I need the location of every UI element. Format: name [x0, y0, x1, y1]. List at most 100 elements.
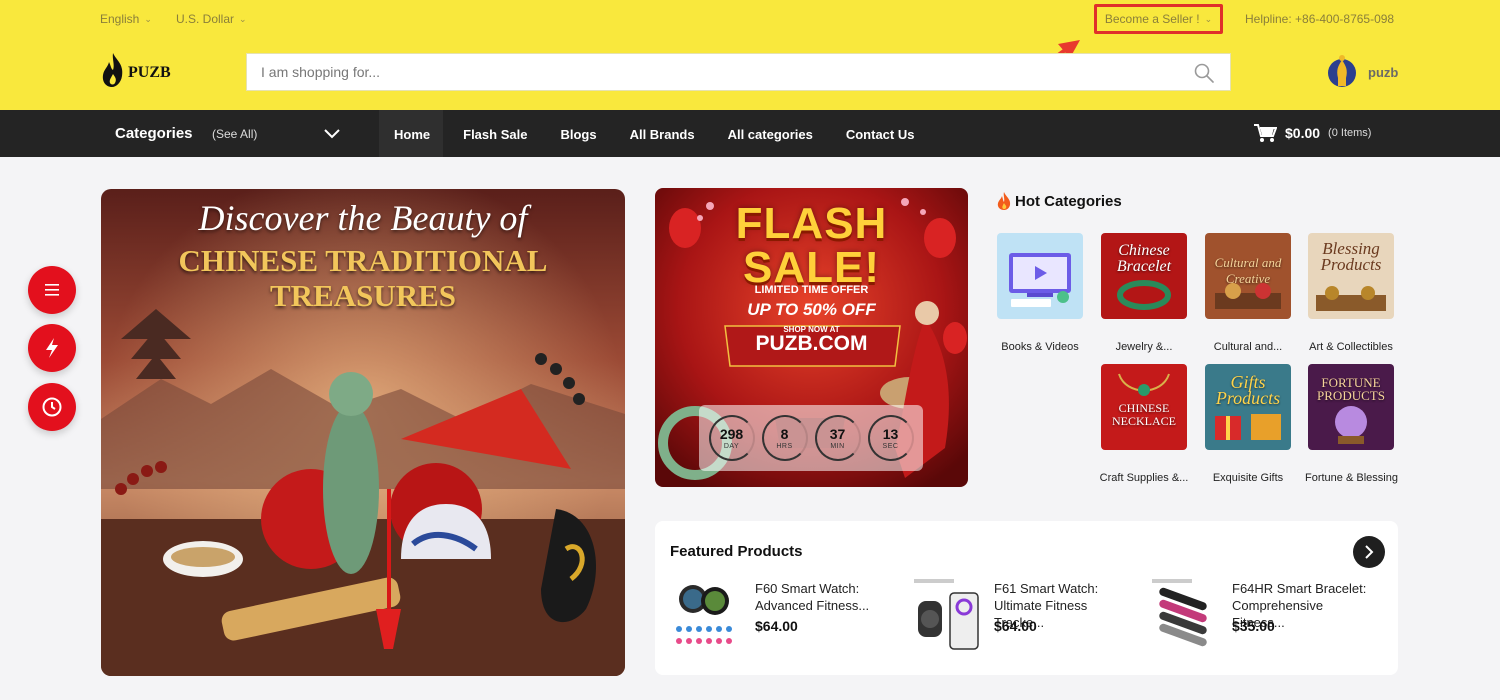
category-exquisite-gifts[interactable]: Gifts Products Exquisite Gifts	[1202, 364, 1294, 484]
flash-sale-banner[interactable]: FLASH SALE! LIMITED TIME OFFER UP TO 50%…	[655, 188, 968, 487]
product-price: $35.00	[1232, 618, 1275, 634]
category-thumb	[997, 233, 1083, 319]
nav-flash-sale[interactable]: Flash Sale	[463, 127, 527, 142]
product-image	[910, 577, 982, 653]
side-flash-button[interactable]	[28, 324, 76, 372]
clock-icon	[42, 397, 62, 417]
chevron-down-icon: ⌄	[239, 13, 247, 24]
featured-title: Featured Products	[670, 543, 803, 560]
top-header: English ⌄ U.S. Dollar ⌄ Become a Seller …	[0, 0, 1500, 110]
product-price: $64.00	[755, 618, 798, 634]
search-icon[interactable]	[1194, 63, 1214, 83]
bracelet-icon	[1117, 280, 1171, 310]
flash-title-line1: FLASH	[735, 199, 888, 248]
become-seller-label: Become a Seller !	[1104, 12, 1200, 26]
category-thumb: Chinese Bracelet	[1101, 233, 1187, 319]
category-craft-supplies[interactable]: CHINESE NECKLACE Craft Supplies &...	[1098, 364, 1190, 484]
cart-button[interactable]: $0.00 (0 Items)	[1253, 123, 1371, 143]
nav-all-brands[interactable]: All Brands	[630, 127, 695, 142]
flash-domain: PUZB.COM	[755, 332, 868, 355]
category-thumb: Cultural and Creative	[1205, 233, 1291, 319]
countdown-seconds: 13 SEC	[867, 415, 914, 461]
flash-offer-text: LIMITED TIME OFFER	[754, 284, 869, 296]
search-bar	[246, 53, 1231, 91]
product-price: $64.00	[994, 618, 1037, 634]
chevron-down-icon: ⌄	[1204, 13, 1213, 24]
language-label: English	[100, 12, 140, 26]
countdown-minutes: 37 MIN	[814, 415, 861, 461]
chevron-right-icon	[1365, 545, 1374, 559]
chevron-down-icon: ⌄	[144, 13, 152, 24]
product-card[interactable]: F61 Smart Watch: Ultimate Fitness Tracke…	[910, 577, 1135, 657]
cart-items: (0 Items)	[1328, 127, 1372, 139]
category-label: Exquisite Gifts	[1212, 472, 1284, 484]
product-name: F60 Smart Watch: Advanced Fitness...	[755, 581, 870, 613]
countdown-unit: HRS	[776, 442, 793, 450]
categories-title[interactable]: Categories	[115, 125, 193, 142]
countdown-hours: 8 HRS	[761, 415, 808, 461]
flame-logo-icon	[102, 53, 123, 87]
nav-links: Home Flash Sale Blogs All Brands All cat…	[394, 127, 947, 142]
nav-blogs[interactable]: Blogs	[560, 127, 596, 142]
category-label: Craft Supplies &...	[1099, 472, 1189, 484]
helpline-text: Helpline: +86-400-8765-098	[1245, 12, 1395, 26]
user-account[interactable]: puzb	[1326, 54, 1398, 90]
avatar	[1328, 55, 1356, 87]
fire-icon	[997, 192, 1011, 210]
countdown-timer: 298 DAY 8 HRS 37 MIN 13 SEC	[699, 405, 923, 471]
currency-selector[interactable]: U.S. Dollar ⌄	[176, 12, 247, 26]
banner-title: Discover the Beauty of	[198, 198, 528, 238]
countdown-value: 8	[780, 425, 789, 442]
next-arrow-button[interactable]	[1353, 536, 1385, 568]
flash-sale-title: FLASH SALE!	[655, 202, 968, 290]
banner-subtitle: CHINESE TRADITIONAL TREASURES	[101, 243, 625, 313]
nav-all-categories[interactable]: All categories	[728, 127, 813, 142]
hot-categories-title: Hot Categories	[1015, 192, 1122, 210]
product-card[interactable]: F60 Smart Watch: Advanced Fitness... $64…	[671, 577, 896, 657]
category-label: Cultural and...	[1213, 341, 1283, 353]
category-label: Art & Collectibles	[1309, 341, 1393, 353]
hot-categories-heading: Hot Categories	[995, 191, 1122, 211]
menu-icon	[45, 284, 59, 296]
countdown-unit: DAY	[723, 442, 740, 450]
cultural-items-icon	[1215, 283, 1281, 309]
currency-label: U.S. Dollar	[176, 12, 235, 26]
product-image	[671, 577, 743, 653]
category-thumb: FORTUNE PRODUCTS	[1308, 364, 1394, 450]
banner-subtitle-line2: TREASURES	[269, 278, 457, 313]
product-card[interactable]: F64HR Smart Bracelet: Comprehensive Fitn…	[1148, 577, 1373, 657]
user-name: puzb	[1368, 64, 1399, 80]
category-label: Fortune & Blessing	[1305, 472, 1398, 484]
category-thumb: Gifts Products	[1205, 364, 1291, 450]
nav-contact-us[interactable]: Contact Us	[846, 127, 915, 142]
category-thumb: CHINESE NECKLACE	[1101, 364, 1187, 450]
search-input[interactable]	[247, 54, 1230, 90]
category-cultural[interactable]: Cultural and Creative Cultural and...	[1202, 233, 1294, 353]
category-thumb: Blessing Products	[1308, 233, 1394, 319]
product-image	[1148, 577, 1220, 653]
necklace-icon	[1118, 373, 1170, 396]
category-art-collectibles[interactable]: Blessing Products Art & Collectibles	[1305, 233, 1397, 353]
nav-home[interactable]: Home	[394, 127, 430, 142]
side-history-button[interactable]	[28, 383, 76, 431]
category-label: Jewelry &...	[1115, 341, 1173, 353]
see-all-link[interactable]: (See All)	[212, 127, 257, 141]
category-books-videos[interactable]: Books & Videos	[994, 233, 1086, 353]
video-screen-icon	[1009, 253, 1071, 307]
logo-text: PUZB	[128, 64, 171, 81]
site-logo[interactable]: PUZB	[100, 52, 171, 88]
language-selector[interactable]: English ⌄	[100, 12, 152, 26]
become-seller-dropdown[interactable]: Become a Seller ! ⌄	[1094, 4, 1223, 34]
featured-products: Featured Products F60 Smart Watch: Advan…	[655, 521, 1398, 675]
countdown-value: 37	[829, 425, 846, 442]
blessing-items-icon	[1316, 286, 1386, 311]
hero-banner[interactable]: Discover the Beauty of CHINESE TRADITION…	[101, 189, 625, 676]
countdown-days: 298 DAY	[708, 415, 755, 461]
category-fortune-blessing[interactable]: FORTUNE PRODUCTS Fortune & Blessing	[1305, 364, 1398, 484]
crystal-ball-icon	[1335, 406, 1367, 444]
banner-subtitle-line1: CHINESE TRADITIONAL	[178, 243, 548, 278]
side-menu-button[interactable]	[28, 266, 76, 314]
category-jewelry[interactable]: Chinese Bracelet Jewelry &...	[1098, 233, 1190, 353]
chevron-down-icon[interactable]	[323, 126, 341, 140]
flash-icon	[46, 338, 58, 358]
